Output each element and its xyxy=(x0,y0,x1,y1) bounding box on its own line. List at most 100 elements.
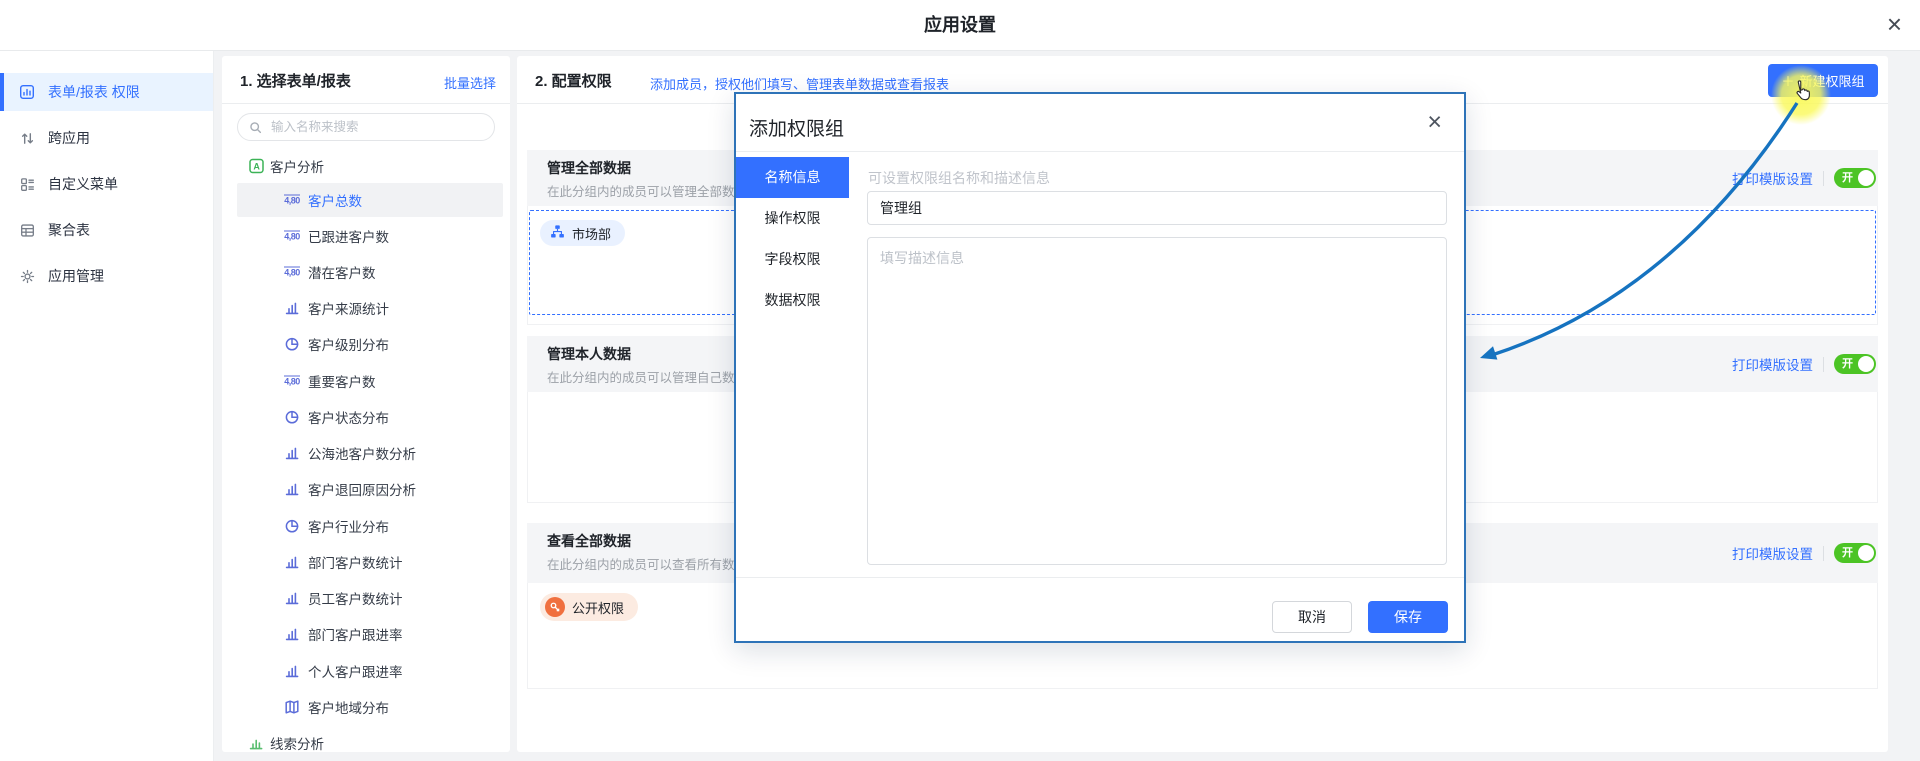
tree-item-row[interactable]: 客户级别分布 xyxy=(222,327,510,361)
tree-item-row[interactable]: 客户行业分布 xyxy=(222,509,510,543)
bar-chart-icon xyxy=(280,626,304,642)
tree-item-row[interactable]: 部门客户跟进率 xyxy=(222,617,510,651)
number-icon: 4,80 xyxy=(280,231,304,242)
custom-menu-icon xyxy=(19,176,35,192)
batch-select-link[interactable]: 批量选择 xyxy=(444,73,496,92)
controls-divider xyxy=(1823,357,1824,372)
modal-tab-2[interactable]: 操作权限 xyxy=(736,198,849,239)
permission-subtitle: 添加成员，授权他们填写、管理表单数据或查看报表 xyxy=(650,74,949,93)
toggle-knob xyxy=(1858,170,1874,186)
tree-group-row[interactable]: A客户分析 xyxy=(222,149,510,183)
sidebar: 表单/报表 权限跨应用自定义菜单聚合表应用管理 xyxy=(0,51,214,761)
modal-title: 添加权限组 xyxy=(749,114,844,141)
bar-chart-icon xyxy=(280,554,304,570)
sidebar-item-5[interactable]: 应用管理 xyxy=(0,257,213,295)
tree-item-row[interactable]: 4,80已跟进客户数 xyxy=(222,219,510,253)
pie-chart-icon xyxy=(280,409,304,425)
group-name-hint: 可设置权限组名称和描述信息 xyxy=(868,168,1050,188)
tree-item-row[interactable]: 客户状态分布 xyxy=(222,400,510,434)
sidebar-item-label: 表单/报表 权限 xyxy=(48,82,140,102)
sidebar-item-3[interactable]: 自定义菜单 xyxy=(0,165,213,203)
selected-row-highlight xyxy=(237,183,503,217)
search-box[interactable] xyxy=(237,113,495,141)
tree-item-row[interactable]: 个人客户跟进率 xyxy=(222,654,510,688)
sidebar-item-label: 自定义菜单 xyxy=(48,174,118,194)
modal-close-icon[interactable]: × xyxy=(1427,108,1442,137)
toggle-knob xyxy=(1858,545,1874,561)
group-name-input[interactable] xyxy=(867,191,1447,225)
gear-icon xyxy=(19,268,35,284)
tree-item-label: 客户级别分布 xyxy=(308,334,389,354)
sidebar-item-2[interactable]: 跨应用 xyxy=(0,119,213,157)
modal-tab-3[interactable]: 字段权限 xyxy=(736,239,849,280)
aggregate-table-icon xyxy=(19,222,35,238)
tree-item-row[interactable]: 员工客户数统计 xyxy=(222,581,510,615)
form-select-title: 1. 选择表单/报表 xyxy=(240,70,351,91)
bar-chart-icon xyxy=(280,481,304,497)
form-select-header: 1. 选择表单/报表 批量选择 xyxy=(222,56,510,104)
title-bar: 应用设置 × xyxy=(0,0,1920,51)
group-controls: 打印模版设置 开 xyxy=(1732,354,1876,374)
print-template-link[interactable]: 打印模版设置 xyxy=(1732,543,1813,563)
group-desc: 在此分组内的成员可以管理全部数据 xyxy=(547,181,747,200)
number-icon: 4,80 xyxy=(284,195,300,206)
save-button[interactable]: 保存 xyxy=(1368,601,1448,633)
pie-chart-icon xyxy=(280,336,304,352)
dept-icon xyxy=(550,224,565,242)
number-icon: 4,80 xyxy=(284,376,300,387)
tree-item-row[interactable]: 4,80 重要客户数 xyxy=(222,364,510,398)
public-permission-tag[interactable]: 公开权限 xyxy=(540,593,638,621)
dept-member-tag[interactable]: 市场部 xyxy=(540,220,625,246)
pie-chart-icon xyxy=(280,518,304,534)
group-desc-textarea[interactable] xyxy=(867,237,1447,565)
tree-item-row[interactable]: 4,80潜在客户数 xyxy=(222,255,510,289)
search-input[interactable] xyxy=(269,119,473,135)
number-icon: 4,80 xyxy=(280,376,304,387)
cancel-button[interactable]: 取消 xyxy=(1272,601,1352,633)
bar-chart-icon xyxy=(280,445,304,461)
tree-item-row[interactable]: 公海池客户数分析 xyxy=(222,436,510,470)
group-toggle[interactable]: 开 xyxy=(1834,354,1876,374)
modal-tab-4[interactable]: 数据权限 xyxy=(736,280,849,321)
tree-item-row[interactable]: 客户地域分布 xyxy=(222,690,510,724)
tree-item-label: 客户分析 xyxy=(270,156,324,176)
tree-item-label: 线索分析 xyxy=(270,733,324,753)
tree-item-row[interactable]: 部门客户数统计 xyxy=(222,545,510,579)
key-icon xyxy=(545,597,565,617)
cross-app-icon xyxy=(19,130,35,146)
toggle-on-label: 开 xyxy=(1842,171,1853,185)
member-label: 公开权限 xyxy=(572,598,624,617)
number-icon: 4,80 xyxy=(280,195,304,206)
controls-divider xyxy=(1823,171,1824,186)
tree-item-label: 公海池客户数分析 xyxy=(308,443,416,463)
tree-item-label: 部门客户跟进率 xyxy=(308,624,403,644)
permission-title: 2. 配置权限 xyxy=(535,70,612,91)
bar-chart-icon xyxy=(280,663,304,679)
group-controls: 打印模版设置 开 xyxy=(1732,543,1876,563)
map-icon xyxy=(280,699,304,715)
sidebar-item-1[interactable]: 表单/报表 权限 xyxy=(0,73,213,111)
tree-item-label: 潜在客户数 xyxy=(308,262,376,282)
tree-item-label: 客户行业分布 xyxy=(308,516,389,536)
tree-item-label: 重要客户数 xyxy=(308,371,376,391)
modal-tab-1[interactable]: 名称信息 xyxy=(736,157,849,198)
tree-group-row[interactable]: 线索分析 xyxy=(222,726,510,760)
new-permission-group-button[interactable]: ＋新建权限组 xyxy=(1768,64,1878,97)
tree-item-label: 客户总数 xyxy=(308,190,362,210)
sidebar-item-label: 应用管理 xyxy=(48,266,104,286)
chart-group-icon xyxy=(248,735,264,751)
controls-divider xyxy=(1823,546,1824,561)
tree-item-row[interactable]: 客户退回原因分析 xyxy=(222,472,510,506)
tree-item-row[interactable]: 4,80 客户总数 xyxy=(222,183,510,217)
print-template-link[interactable]: 打印模版设置 xyxy=(1732,354,1813,374)
group-toggle[interactable]: 开 xyxy=(1834,168,1876,188)
search-icon xyxy=(249,121,262,134)
group-desc: 在此分组内的成员可以查看所有数据 xyxy=(547,554,747,573)
group-toggle[interactable]: 开 xyxy=(1834,543,1876,563)
tree-item-label: 客户状态分布 xyxy=(308,407,389,427)
sidebar-item-4[interactable]: 聚合表 xyxy=(0,211,213,249)
print-template-link[interactable]: 打印模版设置 xyxy=(1732,168,1813,188)
bar-chart-icon xyxy=(280,590,304,606)
tree-item-row[interactable]: 客户来源统计 xyxy=(222,291,510,325)
close-icon[interactable]: × xyxy=(1887,9,1902,39)
